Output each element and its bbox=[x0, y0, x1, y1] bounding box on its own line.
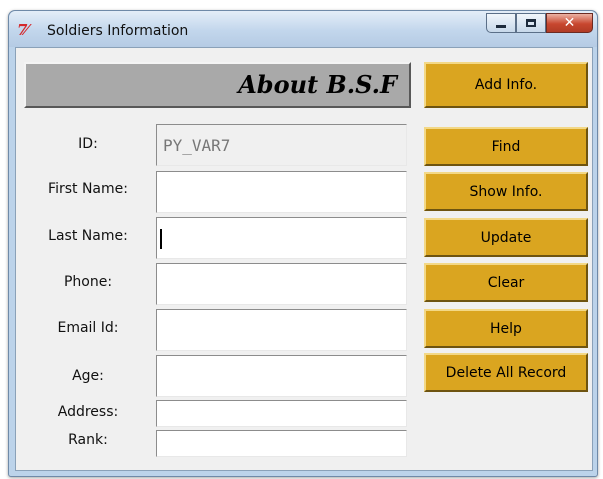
delete-all-record-button[interactable]: Delete All Record bbox=[424, 353, 588, 392]
add-info-button[interactable]: Add Info. bbox=[424, 62, 588, 108]
minimize-button[interactable] bbox=[486, 13, 516, 33]
address-field[interactable] bbox=[156, 400, 407, 427]
last-name-label: Last Name: bbox=[48, 228, 128, 244]
first-name-label: First Name: bbox=[48, 181, 128, 197]
update-button[interactable]: Update bbox=[424, 218, 588, 257]
header-title: About B.S.F bbox=[238, 70, 397, 99]
age-field[interactable] bbox=[156, 355, 407, 397]
help-button[interactable]: Help bbox=[424, 309, 588, 348]
address-label: Address: bbox=[57, 404, 119, 420]
maximize-button[interactable] bbox=[516, 13, 546, 33]
title-bar[interactable]: 7⁄ Soldiers Information ✕ bbox=[9, 11, 597, 47]
tk-feather-icon: 7⁄ bbox=[17, 21, 28, 39]
age-label: Age: bbox=[72, 368, 104, 384]
close-icon: ✕ bbox=[563, 15, 576, 31]
window-title: Soldiers Information bbox=[47, 23, 189, 39]
show-info-button[interactable]: Show Info. bbox=[424, 172, 588, 211]
find-button[interactable]: Find bbox=[424, 127, 588, 166]
client-area: About B.S.F ID: First Name: Last Name: P… bbox=[15, 47, 593, 471]
app-window: 7⁄ Soldiers Information ✕ About B.S.F ID… bbox=[8, 10, 598, 477]
minimize-icon bbox=[496, 25, 506, 28]
header-panel: About B.S.F bbox=[24, 62, 411, 108]
email-field[interactable] bbox=[156, 309, 407, 351]
phone-field[interactable] bbox=[156, 263, 407, 305]
maximize-icon bbox=[526, 19, 536, 27]
clear-button[interactable]: Clear bbox=[424, 263, 588, 302]
text-cursor bbox=[160, 229, 162, 249]
id-label: ID: bbox=[78, 136, 98, 152]
first-name-field[interactable] bbox=[156, 171, 407, 213]
email-label: Email Id: bbox=[57, 320, 119, 336]
last-name-field[interactable] bbox=[156, 217, 407, 259]
phone-label: Phone: bbox=[63, 274, 113, 290]
id-field[interactable]: PY_VAR7 bbox=[156, 124, 407, 166]
window-controls: ✕ bbox=[486, 13, 593, 33]
rank-field[interactable] bbox=[156, 430, 407, 457]
rank-label: Rank: bbox=[68, 432, 108, 448]
close-button[interactable]: ✕ bbox=[546, 13, 593, 33]
